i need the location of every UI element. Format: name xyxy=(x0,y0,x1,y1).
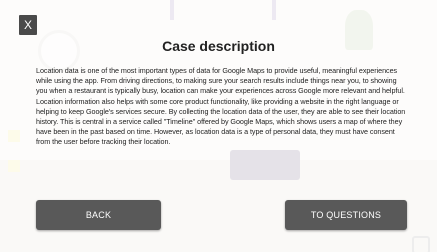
case-description-text: Location data is one of the most importa… xyxy=(36,66,406,147)
dialog-title: Case description xyxy=(162,38,275,54)
close-button[interactable]: X xyxy=(19,15,37,35)
to-questions-button[interactable]: TO QUESTIONS xyxy=(285,200,407,230)
back-button[interactable]: BACK xyxy=(36,200,161,230)
